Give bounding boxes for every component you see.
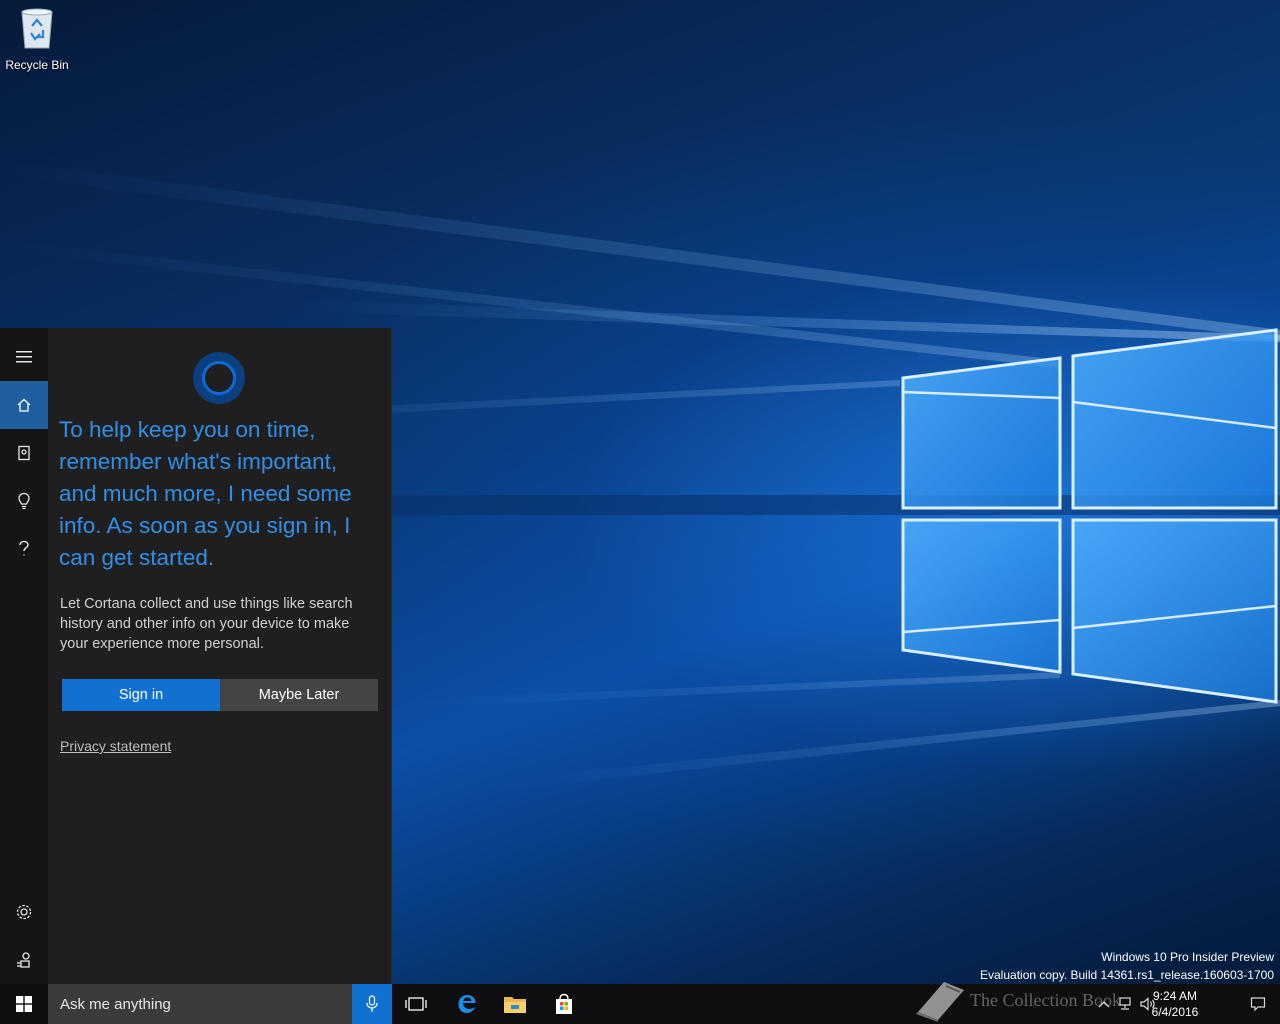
edge-icon <box>458 995 476 1013</box>
nav-help-button[interactable] <box>0 525 48 573</box>
sign-in-button[interactable]: Sign in <box>62 679 220 711</box>
network-button[interactable] <box>1118 996 1134 1012</box>
feedback-icon <box>17 952 30 968</box>
nav-home-button[interactable] <box>0 381 48 429</box>
file-explorer-icon <box>504 997 526 1013</box>
microphone-button[interactable] <box>352 984 392 1024</box>
hamburger-menu-button[interactable] <box>0 333 48 381</box>
task-view-button[interactable] <box>392 984 440 1024</box>
cortana-settings-button[interactable] <box>0 888 48 936</box>
cortana-description: Let Cortana collect and use things like … <box>60 596 353 652</box>
cortana-content: To help keep you on time, remember what'… <box>48 328 392 984</box>
clock-date: 6/4/2016 <box>1151 1005 1199 1019</box>
home-icon <box>17 398 31 412</box>
cortana-search-box[interactable] <box>48 984 352 1024</box>
cortana-nav-rail <box>0 328 48 984</box>
search-input[interactable] <box>48 994 352 1014</box>
store-taskbar-button[interactable] <box>540 984 588 1024</box>
cortana-feedback-button[interactable] <box>0 936 48 984</box>
network-icon <box>1119 997 1131 1010</box>
hamburger-menu-icon <box>16 351 32 363</box>
chevron-up-icon <box>1098 1001 1110 1008</box>
help-icon <box>19 540 29 556</box>
cortana-button-row: Sign in Maybe Later <box>62 679 378 711</box>
edge-taskbar-button[interactable] <box>443 984 491 1024</box>
windows-start-icon <box>16 996 32 1012</box>
watermark-build: Evaluation copy. Build 14361.rs1_release… <box>980 968 1274 982</box>
clock-time: 9:24 AM <box>1152 989 1198 1003</box>
cortana-headline: To help keep you on time, remember what'… <box>59 417 352 570</box>
nav-reminders-button[interactable] <box>0 477 48 525</box>
store-icon <box>556 993 572 1014</box>
recycle-bin-icon <box>21 8 53 49</box>
privacy-statement-link[interactable]: Privacy statement <box>60 738 171 754</box>
action-center-icon <box>1250 997 1266 1012</box>
build-watermark: Windows 10 Pro Insider Preview Evaluatio… <box>980 948 1274 984</box>
settings-icon <box>16 904 32 920</box>
microphone-icon <box>366 995 378 1012</box>
recycle-bin-shortcut[interactable]: Recycle Bin <box>4 6 70 72</box>
book-watermark-icon <box>916 982 964 1022</box>
show-hidden-icons-button[interactable] <box>1096 996 1112 1012</box>
cortana-logo-icon <box>193 352 245 404</box>
system-tray: The Collection Book 9:24 AM 6/4/2016 <box>916 982 1280 1024</box>
notebook-icon <box>18 445 30 461</box>
cortana-panel: To help keep you on time, remember what'… <box>0 328 392 984</box>
maybe-later-button[interactable]: Maybe Later <box>220 679 378 711</box>
watermark-edition: Windows 10 Pro Insider Preview <box>1101 950 1274 964</box>
task-view-icon <box>405 997 427 1011</box>
action-center-button[interactable] <box>1250 996 1266 1012</box>
nav-notebook-button[interactable] <box>0 429 48 477</box>
start-button[interactable] <box>0 984 48 1024</box>
file-explorer-taskbar-button[interactable] <box>491 984 539 1024</box>
taskbar: The Collection Book 9:24 AM 6/4/2016 <box>0 982 1280 1024</box>
reminders-icon <box>18 492 30 510</box>
clock-button[interactable]: 9:24 AM 6/4/2016 <box>1140 988 1210 1020</box>
recycle-bin-label: Recycle Bin <box>5 58 69 72</box>
